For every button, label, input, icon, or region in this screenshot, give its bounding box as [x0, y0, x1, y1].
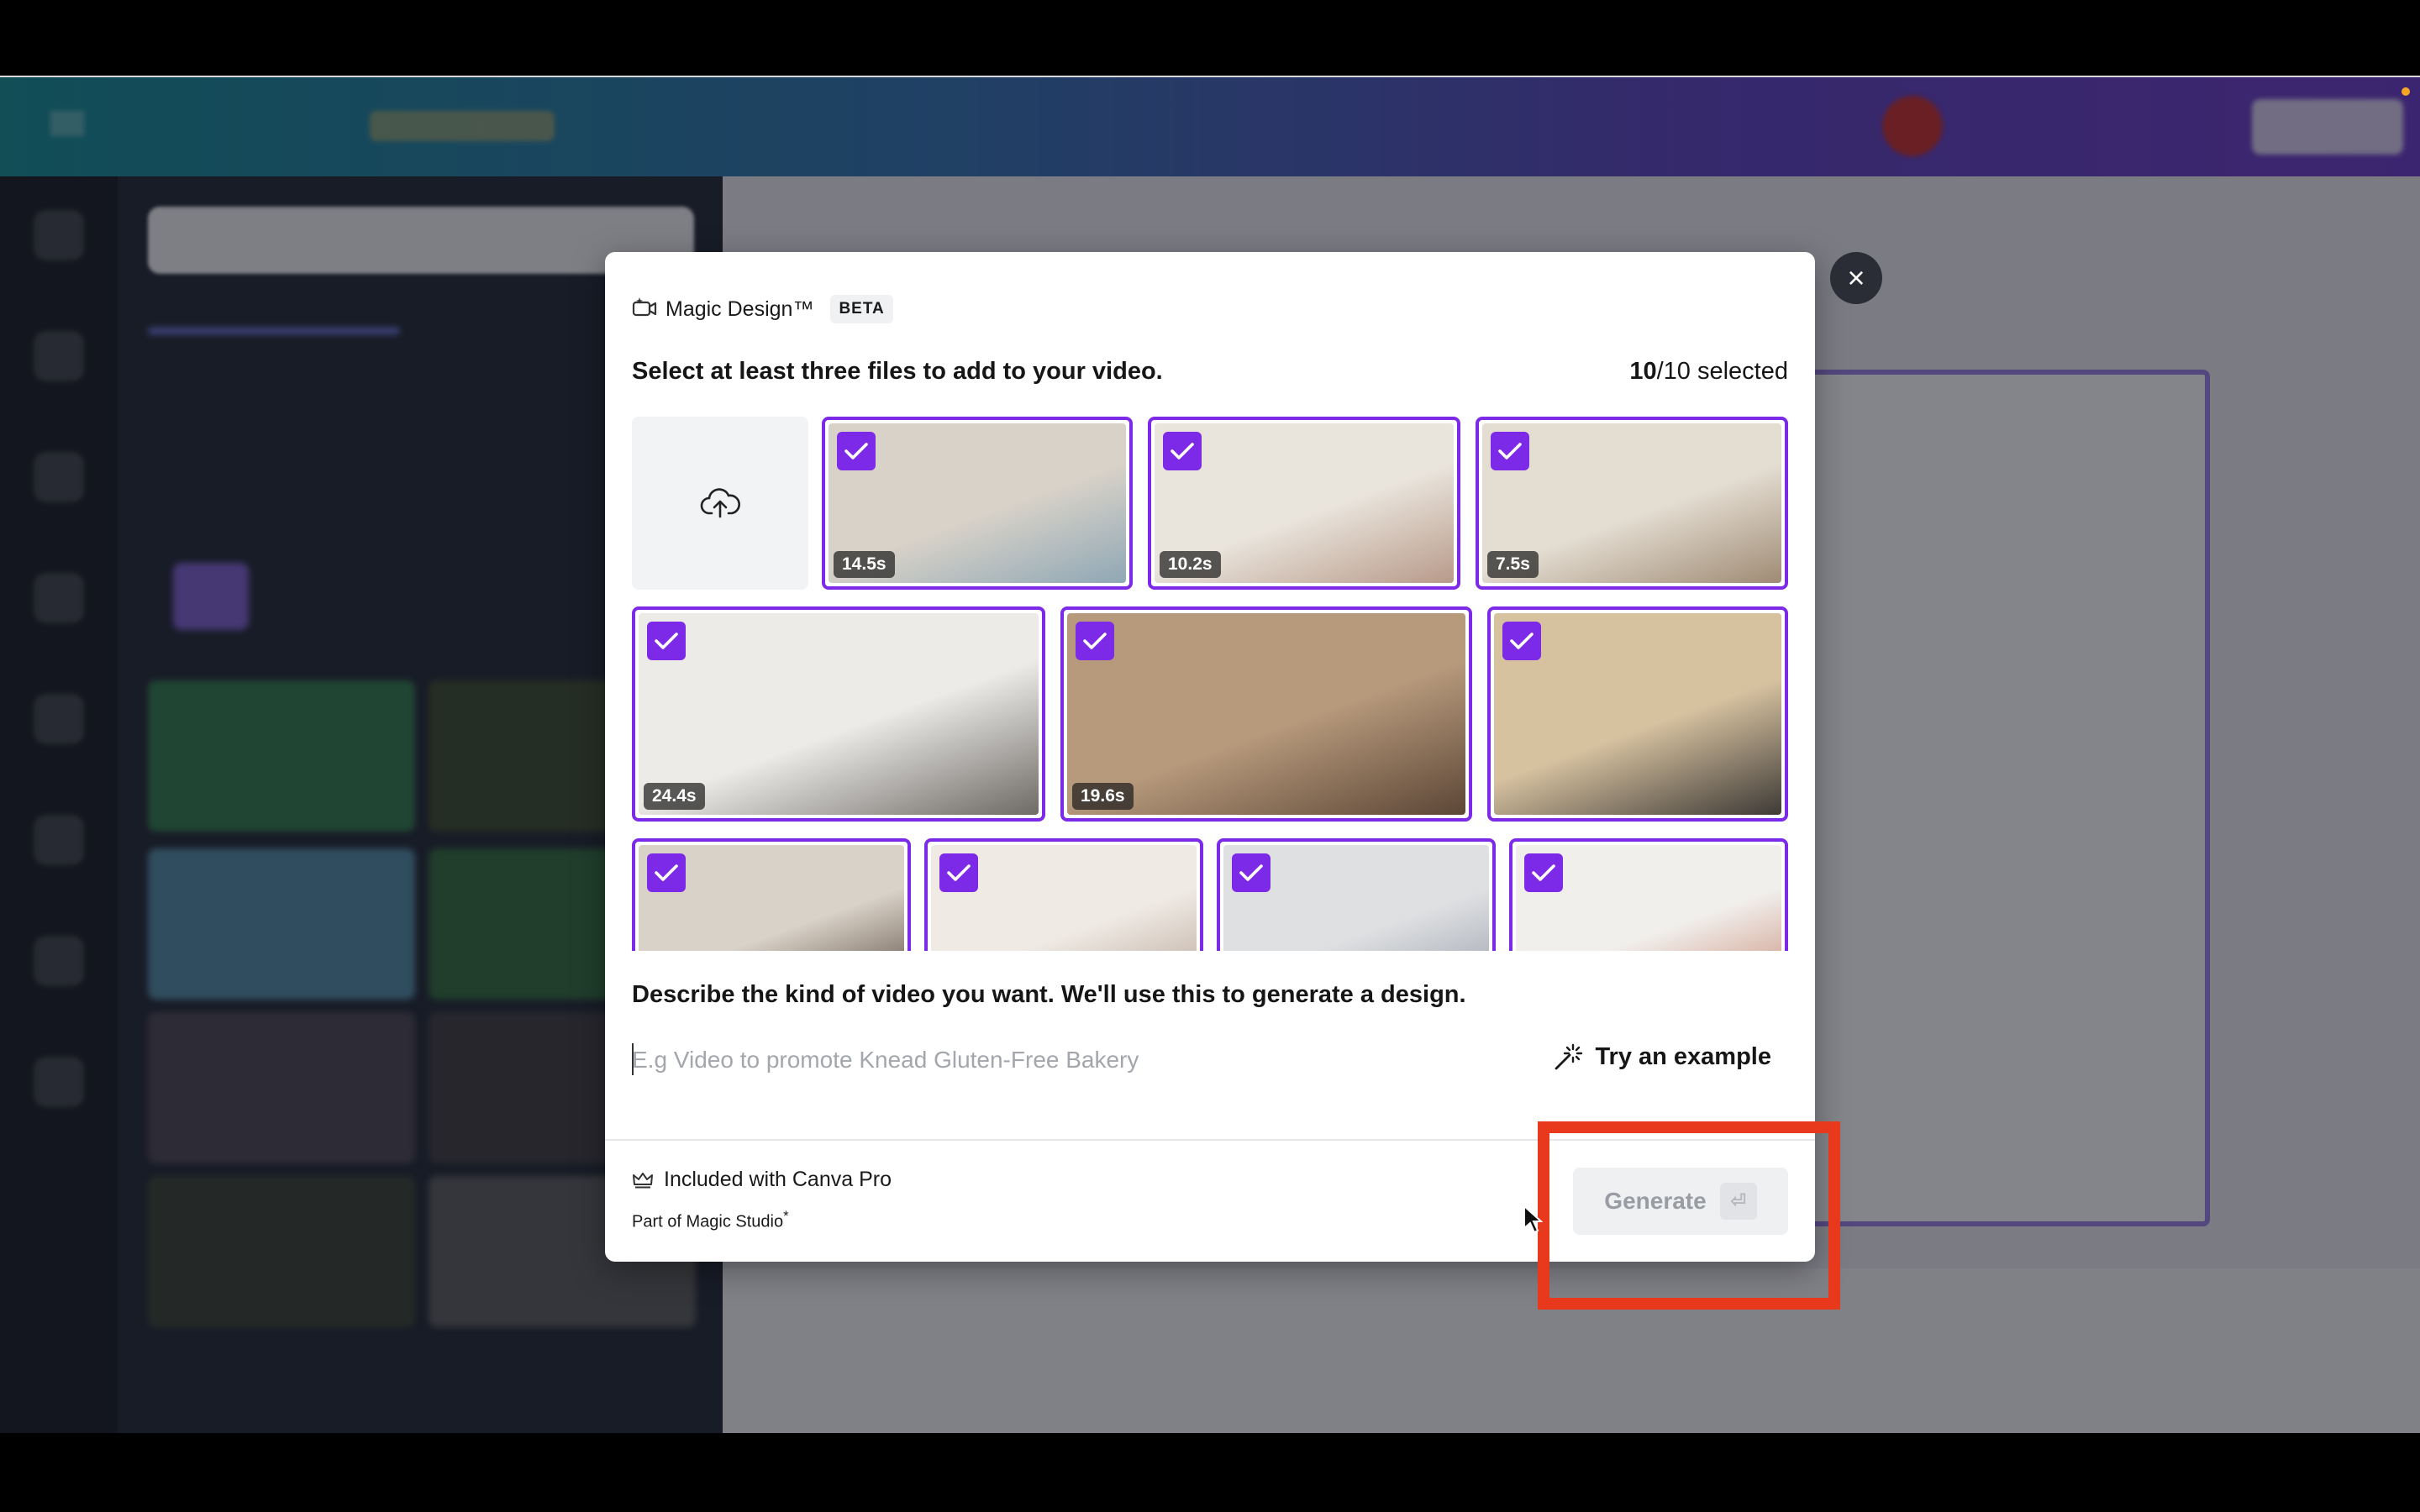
dialog-title: Magic Design™ — [666, 297, 814, 321]
dialog-header: Magic Design™ BETA — [632, 292, 893, 326]
cloud-upload-icon — [700, 488, 740, 518]
try-example-label: Try an example — [1595, 1042, 1771, 1070]
part-of-label: Part of Magic Studio — [632, 1212, 784, 1231]
media-thumbnail[interactable] — [1509, 838, 1788, 951]
upload-button[interactable] — [632, 417, 808, 590]
media-thumbnail[interactable] — [1487, 606, 1788, 822]
close-dialog-button[interactable]: × — [1830, 252, 1882, 304]
pro-inclusion-note: Included with Canva Pro — [632, 1168, 892, 1192]
try-example-button[interactable]: Try an example — [1553, 1042, 1771, 1072]
text-caret — [632, 1043, 634, 1075]
selected-count: 10/10 selected — [1629, 358, 1788, 386]
checkbox-checked-icon[interactable] — [1163, 432, 1202, 470]
mouse-pointer-icon — [1523, 1205, 1543, 1234]
checkbox-checked-icon[interactable] — [1232, 853, 1270, 892]
magic-wand-icon — [1555, 1043, 1583, 1070]
checkbox-checked-icon[interactable] — [1524, 853, 1563, 892]
part-of-mark: * — [783, 1208, 789, 1224]
crown-icon — [633, 1172, 653, 1188]
video-prompt-input[interactable] — [632, 1033, 1472, 1087]
media-grid: 14.5s 10.2s 7.5s 24.4s 19.6s — [632, 417, 1788, 951]
media-thumbnail[interactable] — [1217, 838, 1496, 951]
magic-design-dialog: Magic Design™ BETA Select at least three… — [605, 252, 1815, 1262]
magic-design-icon — [632, 297, 657, 323]
duration-label: 19.6s — [1072, 783, 1134, 810]
media-thumbnail[interactable]: 24.4s — [632, 606, 1045, 822]
checkbox-checked-icon[interactable] — [1491, 432, 1529, 470]
checkbox-checked-icon[interactable] — [647, 622, 686, 660]
screen-recording-frame: Magic Design™ BETA Select at least three… — [0, 0, 2420, 1512]
describe-video-label: Describe the kind of video you want. We'… — [632, 981, 1466, 1008]
selected-count-value: 10 — [1629, 358, 1657, 385]
select-files-instruction: Select at least three files to add to yo… — [632, 358, 1163, 385]
media-thumbnail[interactable]: 19.6s — [1060, 606, 1472, 822]
beta-badge: BETA — [830, 295, 893, 323]
duration-label: 7.5s — [1487, 551, 1539, 578]
duration-label: 24.4s — [644, 783, 705, 810]
checkbox-checked-icon[interactable] — [939, 853, 978, 892]
recording-indicator-icon — [2402, 87, 2410, 96]
checkbox-checked-icon[interactable] — [647, 853, 686, 892]
media-thumbnail[interactable] — [924, 838, 1203, 951]
checkbox-checked-icon[interactable] — [1502, 622, 1541, 660]
media-thumbnail[interactable] — [632, 838, 911, 951]
checkbox-checked-icon[interactable] — [1076, 622, 1114, 660]
selected-count-total: /10 selected — [1656, 358, 1788, 385]
included-label: Included with Canva Pro — [664, 1168, 892, 1191]
annotation-highlight-box — [1538, 1121, 1840, 1310]
magic-studio-note: Part of Magic Studio* — [632, 1208, 789, 1232]
media-thumbnail[interactable]: 14.5s — [822, 417, 1133, 590]
duration-label: 10.2s — [1160, 551, 1221, 578]
media-thumbnail[interactable]: 7.5s — [1476, 417, 1788, 590]
checkbox-checked-icon[interactable] — [837, 432, 876, 470]
duration-label: 14.5s — [834, 551, 895, 578]
media-thumbnail[interactable]: 10.2s — [1148, 417, 1460, 590]
